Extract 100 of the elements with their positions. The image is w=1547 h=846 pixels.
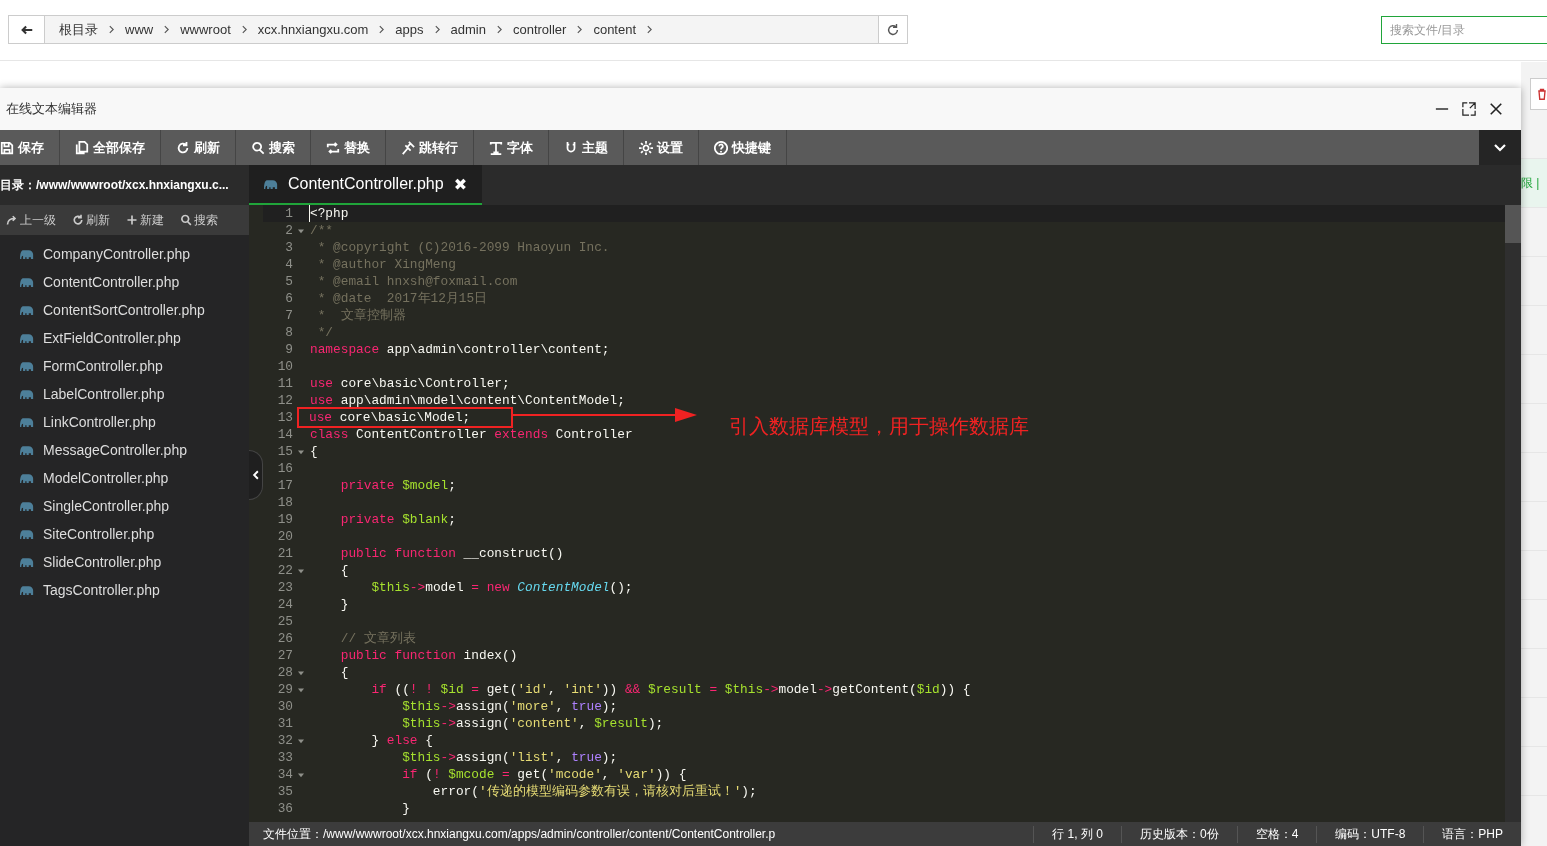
file-action-button[interactable]: 搜索: [176, 211, 222, 229]
delete-button[interactable]: [1530, 78, 1547, 110]
breadcrumb-link[interactable]: wwwroot: [174, 22, 237, 37]
code-line: $this->assign('more', true);: [401, 700, 618, 713]
code-line: public function index(): [339, 649, 518, 662]
close-tab-button[interactable]: ✖: [453, 174, 468, 194]
elephant-icon: [20, 388, 34, 400]
code-line: /**: [310, 224, 334, 237]
file-item[interactable]: ContentSortController.php: [43, 302, 205, 318]
refresh-icon: [176, 140, 190, 155]
code-line: }: [401, 802, 410, 815]
files-icon: [75, 140, 89, 155]
file-item[interactable]: ContentController.php: [43, 274, 180, 290]
line-number: 28: [276, 665, 293, 680]
toolbar-button[interactable]: 保存: [0, 130, 60, 165]
refresh-button[interactable]: [878, 16, 907, 43]
collapse-handle[interactable]: [249, 450, 263, 500]
elephant-icon: [20, 416, 34, 428]
file-item[interactable]: FormController.php: [43, 358, 163, 374]
code-line: * @date 2017年12月15日: [316, 292, 488, 305]
chevron-right-icon: [107, 25, 116, 34]
code-line: * @copyright (C)2016-2099 Hnaoyun Inc.: [316, 241, 610, 254]
file-item[interactable]: ModelController.php: [43, 470, 169, 486]
search-icon: [180, 214, 192, 226]
fold-caret-icon[interactable]: [298, 669, 304, 676]
chevron-right-icon: [239, 25, 249, 34]
elephant-icon: [20, 332, 34, 344]
file-action-button[interactable]: 新建: [122, 211, 168, 229]
line-number: 23: [276, 580, 293, 595]
breadcrumb-link[interactable]: admin: [444, 22, 492, 37]
breadcrumb-link[interactable]: www: [119, 22, 160, 37]
elephant-icon: [20, 276, 34, 288]
elephant-icon: [20, 304, 34, 316]
line-number: 36: [276, 801, 293, 816]
help-icon: [714, 140, 728, 155]
file-item[interactable]: LabelController.php: [43, 386, 165, 402]
file-item[interactable]: TagsController.php: [43, 582, 160, 598]
scrollbar-thumb[interactable]: [1505, 205, 1521, 243]
code-line: {: [310, 445, 318, 458]
annotation-text: 引入数据库模型，用于操作数据库: [729, 414, 1029, 439]
refresh-icon: [886, 22, 900, 37]
file-item[interactable]: LinkController.php: [43, 414, 156, 430]
status-item: 行 1, 列 0: [1033, 825, 1121, 843]
maximize-icon[interactable]: [1462, 102, 1476, 116]
code-line: private $model;: [339, 479, 456, 492]
back-button[interactable]: [9, 16, 45, 43]
file-action-button[interactable]: 上一级: [2, 211, 60, 229]
code-line: namespace app\admin\controller\content;: [310, 343, 610, 356]
line-number: 35: [276, 784, 293, 799]
code-line: * @author XingMeng: [316, 258, 456, 271]
settings-icon: [639, 140, 653, 155]
code-line: use core\basic\Controller;: [310, 377, 510, 390]
breadcrumb-link[interactable]: apps: [389, 22, 430, 37]
elephant-icon: [20, 528, 34, 540]
fold-caret-icon[interactable]: [298, 686, 304, 693]
status-item: 编码：UTF-8: [1316, 825, 1424, 843]
code-line: $this->assign('content', $result);: [401, 717, 664, 730]
breadcrumb-link[interactable]: xcx.hnxiangxu.com: [251, 22, 375, 37]
search-icon: [251, 140, 265, 155]
line-number: 20: [276, 529, 293, 544]
file-action-button[interactable]: 刷新: [68, 211, 114, 229]
dialog-title: 在线文本编辑器: [6, 100, 97, 118]
breadcrumb-link[interactable]: controller: [506, 22, 573, 37]
line-number: 25: [276, 614, 293, 629]
fold-caret-icon[interactable]: [298, 737, 304, 744]
file-tab[interactable]: ContentController.php ✖: [249, 165, 483, 205]
file-item[interactable]: SiteController.php: [43, 526, 155, 542]
elephant-icon: [264, 178, 278, 190]
scrollbar[interactable]: [1505, 205, 1521, 822]
chevron-right-icon: [162, 25, 172, 34]
line-number: 3: [284, 240, 293, 255]
status-item: 文件位置：/www/wwwroot/xcx.hnxiangxu.com/apps/admin/controller/content/ContentController.p: [262, 825, 777, 843]
code-line: error('传递的模型编码参数有误，请核对后重试！');: [431, 785, 757, 798]
elephant-icon: [20, 500, 34, 512]
search-field[interactable]: 搜索文件/目录: [1381, 15, 1547, 44]
breadcrumb-link[interactable]: 根目录: [53, 20, 104, 39]
code-line: use app\admin\model\content\ContentModel;: [310, 394, 625, 407]
fold-caret-icon[interactable]: [298, 448, 304, 455]
fold-caret-icon[interactable]: [298, 227, 304, 234]
expand-button[interactable]: [1479, 130, 1521, 165]
line-number: 10: [276, 359, 293, 374]
close-icon[interactable]: [1489, 102, 1503, 116]
line-number: 26: [276, 631, 293, 646]
file-item[interactable]: SlideController.php: [43, 554, 162, 570]
code-line: public function __construct(): [339, 547, 564, 560]
file-item[interactable]: CompanyController.php: [43, 246, 191, 262]
code-line: class ContentController extends Controller: [310, 428, 633, 441]
file-item[interactable]: ExtFieldController.php: [43, 330, 181, 346]
code-line: $this->assign('list', true);: [401, 751, 618, 764]
code-line: use core\basic\Model;: [309, 411, 471, 424]
file-item[interactable]: SingleController.php: [43, 498, 170, 514]
breadcrumb-link[interactable]: content: [587, 22, 643, 37]
elephant-icon: [20, 444, 34, 456]
file-item[interactable]: MessageController.php: [43, 442, 187, 458]
fold-caret-icon[interactable]: [298, 567, 304, 574]
chevron-right-icon: [377, 25, 387, 34]
line-number: 22: [276, 563, 293, 578]
line-number: 19: [276, 512, 293, 527]
fold-caret-icon[interactable]: [298, 771, 304, 778]
line-number: 1: [284, 206, 293, 221]
